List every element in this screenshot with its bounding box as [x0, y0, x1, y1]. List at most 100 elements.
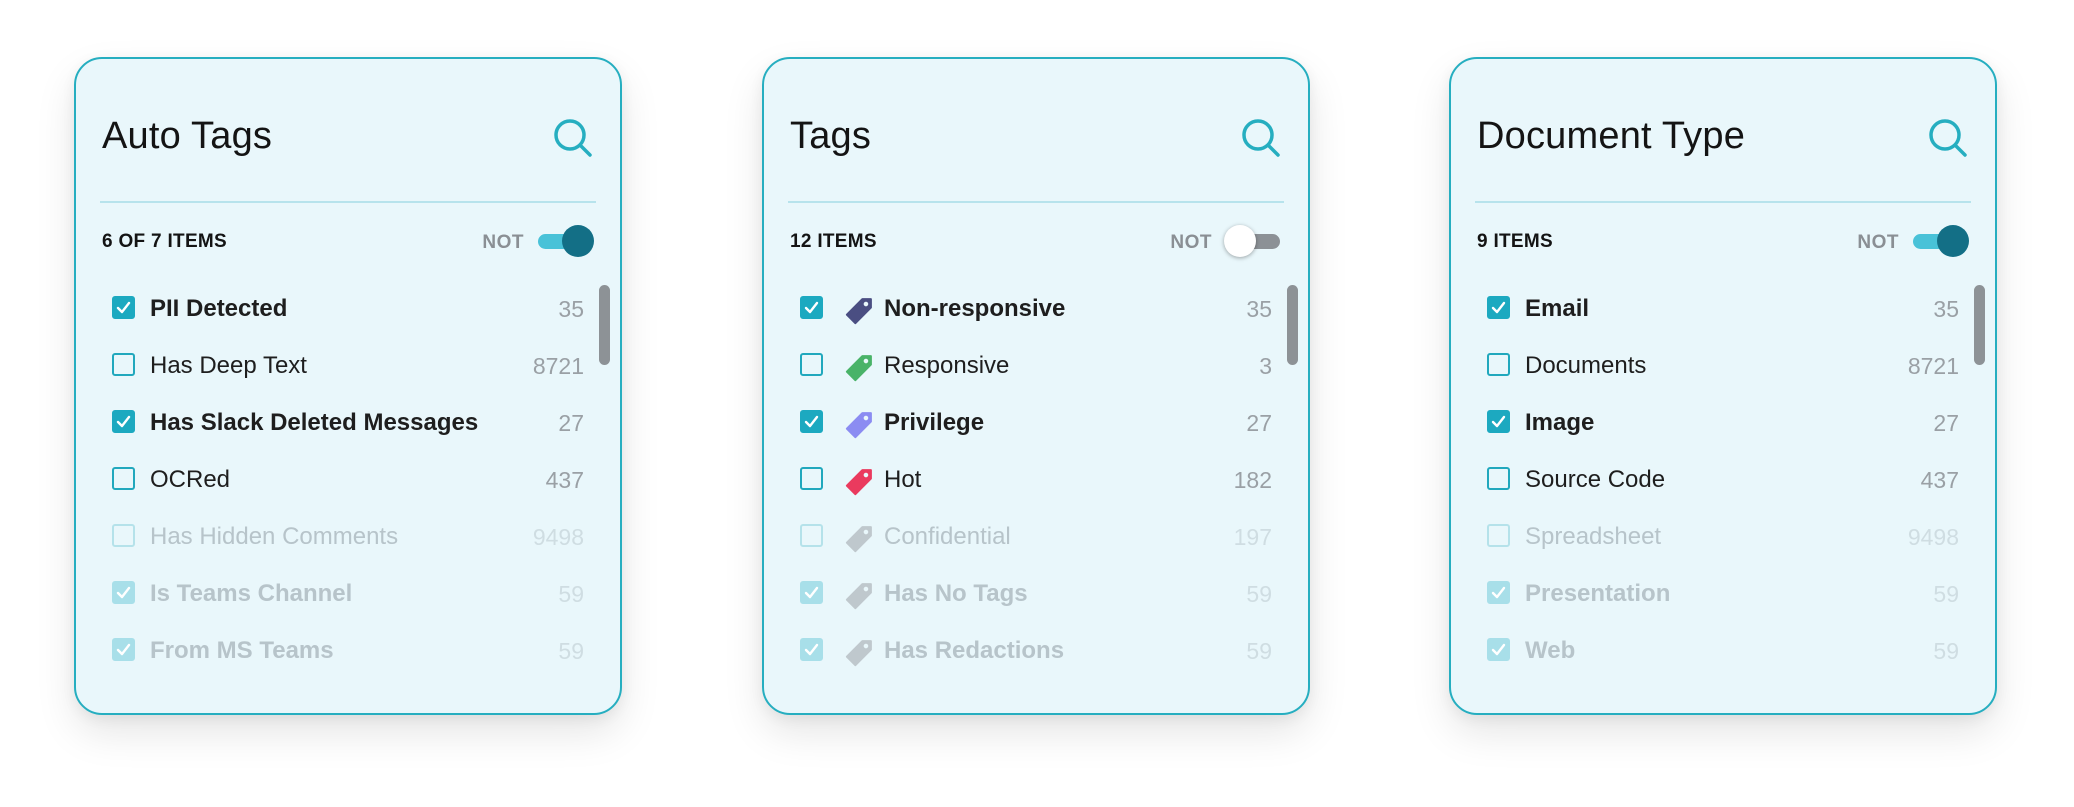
item-label: PII Detected	[150, 295, 288, 322]
checkbox[interactable]	[800, 638, 823, 661]
filter-item[interactable]: From MS Teams 59	[100, 623, 620, 680]
checkbox[interactable]	[1487, 353, 1510, 376]
filter-item[interactable]: Responsive 3	[788, 338, 1308, 395]
item-count: 59	[1933, 638, 1959, 664]
item-label: From MS Teams	[150, 637, 334, 664]
filter-list: Non-responsive 35 Responsive 3 Privilege 27 Ho…	[788, 281, 1308, 667]
checkbox[interactable]	[1487, 410, 1510, 433]
checkbox[interactable]	[112, 410, 135, 433]
filter-item[interactable]: Spreadsheet 9498	[1475, 509, 1995, 566]
checkbox[interactable]	[112, 467, 135, 490]
item-label: Has Slack Deleted Messages	[150, 409, 479, 436]
checkbox[interactable]	[800, 467, 823, 490]
filter-panel: Tags 12 ITEMS NOT Non-responsive 35 Responsiv…	[762, 57, 1310, 715]
filter-item[interactable]: Presentation 59	[1475, 566, 1995, 623]
item-label: Hot	[884, 466, 922, 493]
checkbox[interactable]	[1487, 524, 1510, 547]
search-icon	[1240, 119, 1282, 163]
filter-item[interactable]: Has Slack Deleted Messages 27	[100, 395, 620, 452]
filter-item[interactable]: Documents 8721	[1475, 338, 1995, 395]
item-count: 35	[1246, 296, 1272, 322]
checkbox[interactable]	[1487, 581, 1510, 604]
scrollbar[interactable]	[599, 285, 610, 365]
search-button[interactable]	[1927, 117, 1969, 159]
search-button[interactable]	[552, 117, 594, 159]
item-count: 197	[1233, 524, 1272, 550]
checkbox[interactable]	[1487, 296, 1510, 319]
filter-item[interactable]: Source Code 437	[1475, 452, 1995, 509]
item-label: Has Redactions	[884, 637, 1065, 664]
checkbox[interactable]	[800, 581, 823, 604]
item-count: 59	[558, 581, 584, 607]
not-label: NOT	[1857, 232, 1899, 253]
item-label: Privilege	[884, 409, 985, 436]
item-count: 8721	[1907, 353, 1959, 379]
filter-item[interactable]: Email 35	[1475, 281, 1995, 338]
item-label: Spreadsheet	[1525, 523, 1662, 550]
item-count: 9498	[1907, 524, 1959, 550]
item-count: 59	[1246, 581, 1272, 607]
checkbox[interactable]	[112, 638, 135, 661]
scrollbar[interactable]	[1287, 285, 1298, 365]
filter-item[interactable]: Privilege 27	[788, 395, 1308, 452]
checkbox[interactable]	[800, 353, 823, 376]
filter-item[interactable]: Confidential 197	[788, 509, 1308, 566]
filter-item[interactable]: Web 59	[1475, 623, 1995, 680]
checkbox[interactable]	[800, 296, 823, 319]
filter-item[interactable]: OCRed 437	[100, 452, 620, 509]
panel-header: Document Type	[1475, 59, 1971, 202]
checkbox[interactable]	[1487, 638, 1510, 661]
scrollbar[interactable]	[1974, 285, 1985, 365]
not-toggle[interactable]	[1911, 225, 1969, 257]
item-label: Has Hidden Comments	[150, 523, 399, 550]
filter-item[interactable]: Has Hidden Comments 9498	[100, 509, 620, 566]
item-label: Has No Tags	[884, 580, 1028, 607]
item-label: Is Teams Channel	[150, 580, 353, 607]
tag-icon	[844, 463, 878, 497]
item-count: 437	[1920, 467, 1959, 493]
checkbox[interactable]	[112, 353, 135, 376]
item-count: 27	[1246, 410, 1272, 436]
item-label: OCRed	[150, 466, 231, 493]
checkbox[interactable]	[112, 524, 135, 547]
toggle-knob	[1224, 225, 1256, 257]
filter-item[interactable]: Hot 182	[788, 452, 1308, 509]
tag-icon	[844, 292, 878, 326]
panel-header: Auto Tags	[100, 59, 596, 202]
item-count-label: 6 OF 7 ITEMS	[102, 231, 228, 252]
filter-item[interactable]: PII Detected 35	[100, 281, 620, 338]
item-label: Confidential	[884, 523, 1011, 550]
filter-panel: Auto Tags 6 OF 7 ITEMS NOT PII Detected 35 Ha…	[74, 57, 622, 715]
panel-title: Tags	[790, 115, 872, 157]
filter-item[interactable]: Is Teams Channel 59	[100, 566, 620, 623]
not-toggle[interactable]	[536, 225, 594, 257]
checkbox[interactable]	[112, 581, 135, 604]
item-count-label: 12 ITEMS	[790, 231, 877, 252]
not-toggle[interactable]	[1224, 225, 1282, 257]
not-label: NOT	[1170, 232, 1212, 253]
item-label: Source Code	[1525, 466, 1666, 493]
count-row: 6 OF 7 ITEMS NOT	[100, 225, 596, 257]
item-count: 35	[558, 296, 584, 322]
panel-title: Auto Tags	[102, 115, 273, 157]
checkbox[interactable]	[800, 524, 823, 547]
checkbox[interactable]	[1487, 467, 1510, 490]
filter-item[interactable]: Has No Tags 59	[788, 566, 1308, 623]
divider	[1475, 201, 1971, 203]
item-count: 27	[1933, 410, 1959, 436]
filter-item[interactable]: Image 27	[1475, 395, 1995, 452]
checkbox[interactable]	[112, 296, 135, 319]
search-button[interactable]	[1240, 117, 1282, 159]
divider	[100, 201, 596, 203]
item-count: 27	[558, 410, 584, 436]
filter-item[interactable]: Non-responsive 35	[788, 281, 1308, 338]
search-icon	[552, 119, 594, 163]
filter-item[interactable]: Has Redactions 59	[788, 623, 1308, 680]
item-label: Has Deep Text	[150, 352, 307, 379]
filter-list: PII Detected 35 Has Deep Text 8721 Has Slack…	[100, 281, 620, 664]
tag-icon	[844, 406, 878, 440]
filter-list: Email 35 Documents 8721 Image 27 Source Code 43…	[1475, 281, 1995, 664]
filter-item[interactable]: Has Deep Text 8721	[100, 338, 620, 395]
panel-header: Tags	[788, 59, 1284, 202]
checkbox[interactable]	[800, 410, 823, 433]
